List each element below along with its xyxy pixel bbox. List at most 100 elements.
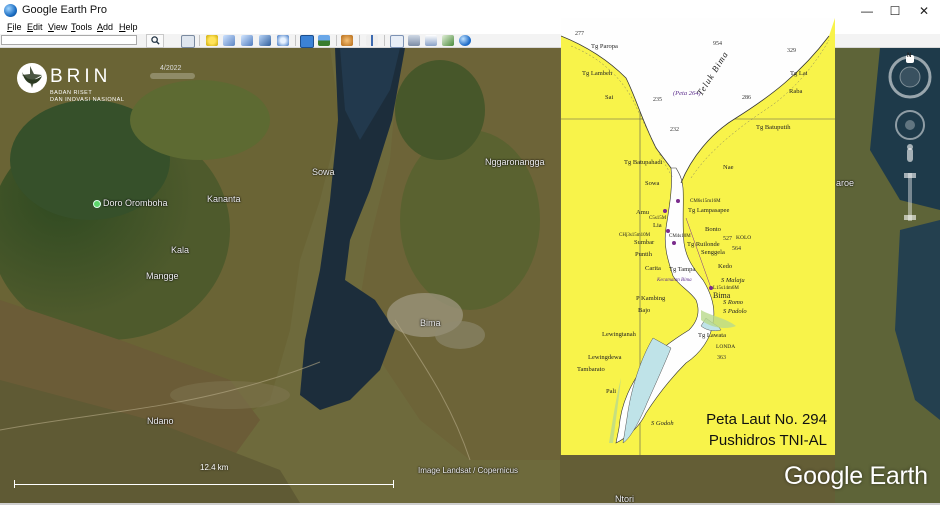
chart-label-tg-batuputih: Tg Batuputih xyxy=(756,124,791,131)
chart-label-sai: Sai xyxy=(605,94,614,101)
chart-label-londa: LONDA xyxy=(716,344,736,350)
brin-emblem-icon xyxy=(17,63,47,93)
chart-label-lia: Lia xyxy=(653,222,662,229)
chart-caption-title: Peta Laut No. 294 xyxy=(706,411,827,428)
historical-imagery-slider[interactable] xyxy=(150,73,195,79)
chart-label-s-godoh: S Godoh xyxy=(651,420,674,427)
chart-label-bonto: Bonto xyxy=(705,226,721,233)
chart-label-s-malaju: S Malaju xyxy=(721,277,745,284)
historical-imagery-date: 4/2022 xyxy=(160,65,182,72)
chart-label-amu: Amu xyxy=(636,209,649,216)
menu-edit[interactable]: Edit xyxy=(27,22,43,32)
search-input[interactable] xyxy=(1,35,137,45)
peak-icon xyxy=(93,199,101,208)
save-image-icon[interactable] xyxy=(425,35,437,46)
polygon-icon[interactable] xyxy=(223,35,235,46)
look-joystick[interactable] xyxy=(896,111,924,139)
chart-label-tg-lawata: Tg Lawata xyxy=(698,332,726,339)
chart-label-puntih: Puntih xyxy=(635,251,652,258)
window-title: Google Earth Pro xyxy=(22,4,107,16)
chart-depth: 527 xyxy=(723,236,732,242)
chart-label-s-romo: S Romo xyxy=(723,299,744,306)
maximize-button[interactable]: ☐ xyxy=(880,0,910,22)
search-icon xyxy=(150,36,160,45)
place-label-bima[interactable]: Bima xyxy=(420,318,441,328)
google-maps-icon[interactable] xyxy=(442,35,454,46)
chart-label-tg-ruilonde: Tg Ruilonde xyxy=(687,241,720,248)
chart-depth: 235 xyxy=(653,97,662,103)
place-label-kananta[interactable]: Kananta xyxy=(207,194,241,204)
menu-view[interactable]: View xyxy=(48,22,67,32)
scale-bar: 12.4 km xyxy=(14,463,394,488)
chart-label-tg-paropa: Tg Paropa xyxy=(591,43,618,50)
chart-light-c5s15m: C5s15M xyxy=(649,216,667,221)
search-button[interactable] xyxy=(146,34,164,48)
brin-subtitle-line1: BADAN RISET xyxy=(50,90,93,96)
nautical-chart-drawing xyxy=(561,18,835,455)
minimize-button[interactable]: — xyxy=(852,0,882,22)
brin-wordmark: BRIN xyxy=(50,66,112,87)
zoom-slider[interactable] xyxy=(902,171,918,223)
place-label-kala[interactable]: Kala xyxy=(171,245,189,255)
place-label-sowa[interactable]: Sowa xyxy=(312,167,335,177)
brin-subtitle-line2: DAN INOVASI NASIONAL xyxy=(50,97,125,103)
place-label-ndano[interactable]: Ndano xyxy=(147,416,174,426)
ruler-icon[interactable] xyxy=(366,35,378,46)
place-label-doro-oromboha[interactable]: Doro Oromboha xyxy=(93,198,168,208)
chart-label-carita: Carita xyxy=(645,265,661,272)
chart-depth: 363 xyxy=(717,355,726,361)
chart-depth: 954 xyxy=(713,41,722,47)
menu-add[interactable]: Add xyxy=(97,22,113,32)
chart-label-tg-batupahadi: Tg Batupahadi xyxy=(624,159,663,166)
toolbar-separator xyxy=(199,35,200,46)
chart-label-nae: Nae xyxy=(723,164,734,171)
sidebar-icon[interactable] xyxy=(181,35,195,48)
chart-light-cm6: CM6s15m16M xyxy=(690,199,721,204)
chart-label-kecamatan: Kecamatan Bima xyxy=(657,278,692,283)
place-label-nggaronangga[interactable]: Nggaronangga xyxy=(485,157,545,167)
chart-label-lewingdewa: Lewingdewa xyxy=(588,354,622,361)
tour-icon[interactable] xyxy=(277,35,289,46)
chart-depth: 329 xyxy=(787,48,796,54)
chart-depth: 232 xyxy=(670,127,679,133)
placemark-icon[interactable] xyxy=(206,35,218,46)
sun-icon[interactable] xyxy=(318,35,330,46)
print-icon[interactable] xyxy=(408,35,420,46)
chart-label-sowa: Sowa xyxy=(645,180,660,187)
chart-label-tg-lai: Tg Lai xyxy=(790,70,808,77)
navigation-controls: N xyxy=(886,53,934,225)
place-label-karoe[interactable]: aroe xyxy=(836,178,854,188)
chart-label-kedo: Kedo xyxy=(718,263,733,270)
toolbar-separator xyxy=(336,35,337,46)
chart-depth: 286 xyxy=(742,95,751,101)
close-button[interactable]: ✕ xyxy=(909,0,939,22)
path-icon[interactable] xyxy=(241,35,253,46)
chart-caption-source: Pushidros TNI-AL xyxy=(708,432,827,449)
compass-ring[interactable] xyxy=(886,55,934,99)
earth-icon[interactable] xyxy=(459,35,471,46)
planets-icon[interactable] xyxy=(341,35,353,46)
menu-help[interactable]: Help xyxy=(119,22,138,32)
menu-tools[interactable]: Tools xyxy=(71,22,92,32)
chart-label-pali: Pali xyxy=(606,388,617,395)
chart-label-tg-lambeh: Tg Lambeh xyxy=(582,70,613,77)
menu-file[interactable]: File xyxy=(7,22,22,32)
imagery-attribution: Image Landsat / Copernicus xyxy=(418,466,519,475)
chart-depth: 564 xyxy=(732,246,741,252)
toolbar-separator xyxy=(295,35,296,46)
chart-light-chj: CHj3s15m10M xyxy=(619,233,651,238)
place-label-ntori[interactable]: Ntori xyxy=(615,494,634,503)
chart-depth: 277 xyxy=(575,31,584,37)
nautical-chart-overlay[interactable]: Tg Paropa Tg Lambeh Sai (Peta 264) Teluk… xyxy=(561,18,835,455)
chart-light-cm4: CM4s10M xyxy=(669,234,691,239)
toolbar-separator xyxy=(384,35,385,46)
place-label-mangge[interactable]: Mangge xyxy=(146,271,179,281)
historical-imagery-icon[interactable] xyxy=(300,35,314,48)
street-view-pegman[interactable] xyxy=(904,143,916,163)
chart-label-sumbar: Sumbar xyxy=(634,239,655,246)
email-icon[interactable] xyxy=(390,35,404,48)
toolbar-separator xyxy=(359,35,360,46)
chart-label-tambarato: Tambarato xyxy=(577,366,605,373)
image-overlay-icon[interactable] xyxy=(259,35,271,46)
chart-label-raba: Raba xyxy=(789,88,803,95)
